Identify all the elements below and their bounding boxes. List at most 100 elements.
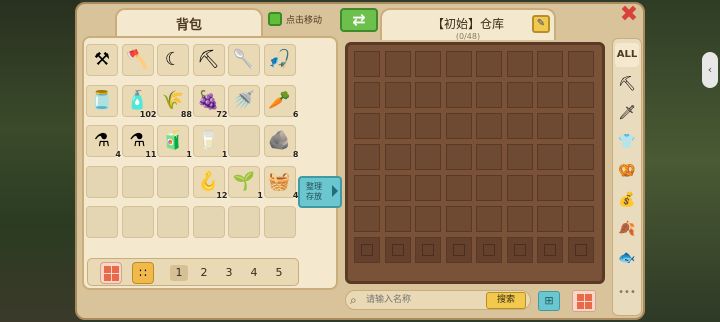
locked-storage-slot[interactable] bbox=[506, 237, 533, 263]
storage-slot[interactable] bbox=[537, 51, 563, 77]
click-move-checkbox[interactable] bbox=[268, 12, 282, 26]
storage-slot[interactable] bbox=[506, 82, 533, 108]
storage-slot[interactable] bbox=[567, 113, 594, 139]
locked-storage-slot[interactable] bbox=[567, 237, 594, 263]
empty-bag-slot[interactable] bbox=[121, 165, 154, 198]
storage-slot[interactable] bbox=[445, 144, 472, 170]
empty-bag-slot[interactable] bbox=[121, 206, 154, 238]
locked-storage-slot[interactable] bbox=[384, 237, 411, 263]
page-1-button[interactable]: 1 bbox=[170, 265, 188, 281]
storage-slot[interactable] bbox=[476, 175, 502, 201]
storage-slot[interactable] bbox=[567, 82, 594, 108]
storage-slot[interactable] bbox=[537, 113, 563, 139]
storage-slot[interactable] bbox=[476, 113, 502, 139]
page-5-button[interactable]: 5 bbox=[270, 265, 288, 281]
storage-slot[interactable] bbox=[476, 206, 502, 232]
storage-slot[interactable] bbox=[445, 175, 472, 201]
edit-icon[interactable]: ✎ bbox=[532, 15, 550, 33]
bag-slot[interactable]: 🌱 1 bbox=[228, 165, 263, 200]
storage-slot[interactable] bbox=[384, 175, 411, 201]
bag-slot[interactable]: 🎣 bbox=[263, 44, 296, 76]
bag-slot[interactable]: ⚗ 4 bbox=[86, 125, 121, 159]
storage-slot[interactable] bbox=[476, 144, 502, 170]
bag-slot[interactable]: 🧃 1 bbox=[157, 125, 192, 159]
sort-store-button[interactable]: 整理 存放 bbox=[298, 176, 342, 208]
storage-slot[interactable] bbox=[445, 82, 472, 108]
bag-slot[interactable]: ⛏ bbox=[192, 44, 225, 76]
locked-storage-slot[interactable] bbox=[415, 237, 441, 263]
tab-bag[interactable]: 背包 bbox=[115, 8, 263, 38]
bag-slot[interactable]: 🫙 bbox=[86, 84, 118, 117]
bag-slot[interactable]: ⚒ bbox=[86, 44, 118, 76]
empty-bag-slot[interactable] bbox=[157, 165, 189, 198]
locked-storage-slot[interactable] bbox=[476, 237, 502, 263]
bag-slot[interactable]: 🧺 4 bbox=[263, 165, 299, 200]
empty-bag-slot[interactable] bbox=[86, 165, 118, 198]
storage-slot[interactable] bbox=[415, 51, 441, 77]
storage-slot[interactable] bbox=[506, 51, 533, 77]
page-3-button[interactable]: 3 bbox=[220, 265, 238, 281]
category-bags-icon[interactable]: 💰 bbox=[615, 188, 639, 212]
bag-slot[interactable]: 🥄 bbox=[228, 44, 260, 76]
locked-storage-slot[interactable] bbox=[537, 237, 563, 263]
storage-slot[interactable] bbox=[445, 206, 472, 232]
storage-slot[interactable] bbox=[354, 82, 380, 108]
search-button[interactable]: 搜索 bbox=[486, 292, 526, 309]
page-4-button[interactable]: 4 bbox=[245, 265, 263, 281]
storage-slot[interactable] bbox=[506, 113, 533, 139]
grid-view-icon[interactable] bbox=[100, 262, 122, 284]
storage-slot[interactable] bbox=[384, 113, 411, 139]
storage-slot[interactable] bbox=[506, 206, 533, 232]
storage-slot[interactable] bbox=[415, 82, 441, 108]
search-input[interactable] bbox=[366, 293, 476, 307]
side-handle[interactable]: ‹ bbox=[702, 52, 718, 88]
layout-toggle-icon[interactable]: ⊞ bbox=[538, 291, 560, 311]
storage-slot[interactable] bbox=[476, 51, 502, 77]
bag-slot[interactable]: 🪨 8 bbox=[263, 125, 299, 159]
storage-grid-view-icon[interactable] bbox=[572, 290, 596, 312]
empty-bag-slot[interactable] bbox=[228, 125, 260, 157]
empty-bag-slot[interactable] bbox=[192, 206, 225, 238]
empty-bag-slot[interactable] bbox=[228, 206, 260, 238]
bag-slot[interactable]: ☾ bbox=[157, 44, 189, 76]
empty-bag-slot[interactable] bbox=[86, 206, 118, 238]
storage-slot[interactable] bbox=[537, 206, 563, 232]
storage-slot[interactable] bbox=[354, 51, 380, 77]
storage-slot[interactable] bbox=[415, 144, 441, 170]
page-2-button[interactable]: 2 bbox=[195, 265, 213, 281]
category-tools-icon[interactable]: ⛏ bbox=[615, 72, 639, 96]
storage-slot[interactable] bbox=[567, 206, 594, 232]
storage-slot[interactable] bbox=[567, 144, 594, 170]
storage-slot[interactable] bbox=[445, 113, 472, 139]
swap-icon[interactable]: ⇄ bbox=[340, 8, 378, 32]
category-food-icon[interactable]: 🥨 bbox=[615, 159, 639, 183]
tab-storage[interactable]: 【初始】仓库 (0/48) bbox=[380, 8, 556, 41]
bag-slot[interactable]: 🍇 72 bbox=[192, 84, 228, 119]
bag-slot[interactable]: 🥛 1 bbox=[192, 125, 228, 159]
storage-slot[interactable] bbox=[537, 144, 563, 170]
storage-slot[interactable] bbox=[354, 113, 380, 139]
locked-storage-slot[interactable] bbox=[445, 237, 472, 263]
bag-slot[interactable]: ⚗ 11 bbox=[121, 125, 157, 159]
bag-slot[interactable]: 🪝 12 bbox=[192, 165, 228, 200]
storage-slot[interactable] bbox=[567, 51, 594, 77]
more-icon[interactable]: ••• bbox=[615, 287, 639, 301]
storage-slot[interactable] bbox=[506, 175, 533, 201]
category-fish-icon[interactable]: 🐟 bbox=[615, 246, 639, 270]
locked-storage-slot[interactable] bbox=[354, 237, 380, 263]
seeds-page-icon[interactable]: ∷ bbox=[132, 262, 154, 284]
category-clothing-icon[interactable]: 👕 bbox=[615, 130, 639, 154]
bag-slot[interactable]: 🪓 bbox=[121, 44, 154, 76]
storage-slot[interactable] bbox=[354, 144, 380, 170]
empty-bag-slot[interactable] bbox=[157, 206, 189, 238]
storage-slot[interactable] bbox=[415, 206, 441, 232]
bag-slot[interactable]: 🌾 88 bbox=[157, 84, 192, 119]
storage-slot[interactable] bbox=[537, 82, 563, 108]
storage-slot[interactable] bbox=[354, 206, 380, 232]
storage-slot[interactable] bbox=[445, 51, 472, 77]
storage-slot[interactable] bbox=[506, 144, 533, 170]
category-weapons-icon[interactable]: 🗡 bbox=[615, 101, 639, 125]
bag-slot[interactable]: 🧴 102 bbox=[121, 84, 157, 119]
storage-slot[interactable] bbox=[354, 175, 380, 201]
bag-slot[interactable]: 🥕 6 bbox=[263, 84, 299, 119]
